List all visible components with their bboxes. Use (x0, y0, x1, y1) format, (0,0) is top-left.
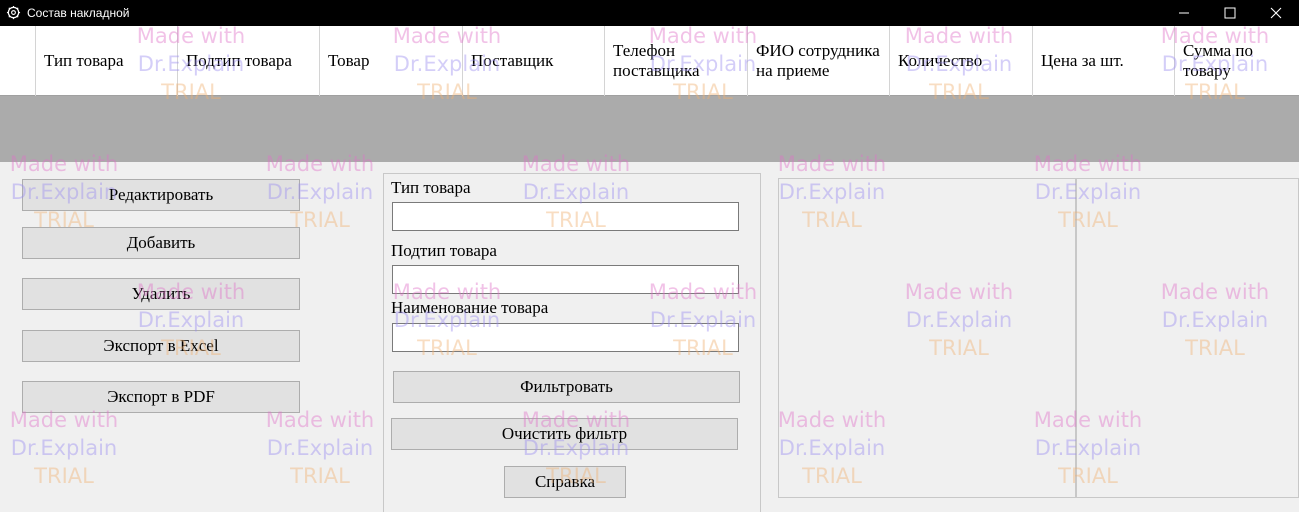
grid-corner-cell[interactable] (0, 26, 36, 96)
maximize-icon (1224, 7, 1236, 19)
column-header-quantity[interactable]: Количество (890, 26, 1033, 96)
export-excel-button[interactable]: Экспорт в Excel (22, 330, 300, 362)
app-gear-icon (6, 5, 21, 20)
close-button[interactable] (1253, 0, 1299, 26)
clear-filter-button[interactable]: Очистить фильтр (391, 418, 738, 450)
trial-watermark: Made with Dr.Explain TRIAL (9, 408, 119, 488)
column-header-receiving-employee[interactable]: ФИО сотрудника на приеме (748, 26, 890, 96)
minimize-icon (1179, 12, 1189, 14)
window-title: Состав накладной (27, 6, 130, 20)
grid-header: Тип товара Подтип товара Товар Поставщик… (0, 26, 1299, 96)
edit-button[interactable]: Редактировать (22, 179, 300, 211)
product-name-label: Наименование товара (391, 298, 549, 317)
product-subtype-input[interactable] (392, 265, 739, 294)
filter-button[interactable]: Фильтровать (393, 371, 740, 403)
product-name-input[interactable] (392, 323, 739, 352)
trial-watermark: Made with Dr.Explain TRIAL (265, 408, 375, 488)
title-bar[interactable]: Состав накладной (0, 0, 1299, 26)
export-pdf-button[interactable]: Экспорт в PDF (22, 381, 300, 413)
column-header-supplier[interactable]: Поставщик (463, 26, 605, 96)
close-icon (1270, 7, 1282, 19)
empty-panel-left (778, 178, 1076, 498)
product-type-label: Тип товара (391, 178, 471, 197)
column-header-unit-price[interactable]: Цена за шт. (1033, 26, 1175, 96)
product-type-input[interactable] (392, 202, 739, 231)
column-header-product-subtype[interactable]: Подтип товара (178, 26, 320, 96)
grid-empty-area (0, 96, 1299, 162)
column-header-item-total[interactable]: Сумма по товару (1175, 26, 1299, 96)
column-header-product-type[interactable]: Тип товара (36, 26, 178, 96)
delete-button[interactable]: Удалить (22, 278, 300, 310)
maximize-button[interactable] (1207, 0, 1253, 26)
column-header-product[interactable]: Товар (320, 26, 463, 96)
add-button[interactable]: Добавить (22, 227, 300, 259)
product-subtype-label: Подтип товара (391, 241, 497, 260)
minimize-button[interactable] (1161, 0, 1207, 26)
column-header-supplier-phone[interactable]: Телефон поставщика (605, 26, 748, 96)
help-button[interactable]: Справка (504, 466, 626, 498)
empty-panel-right (1076, 178, 1299, 498)
